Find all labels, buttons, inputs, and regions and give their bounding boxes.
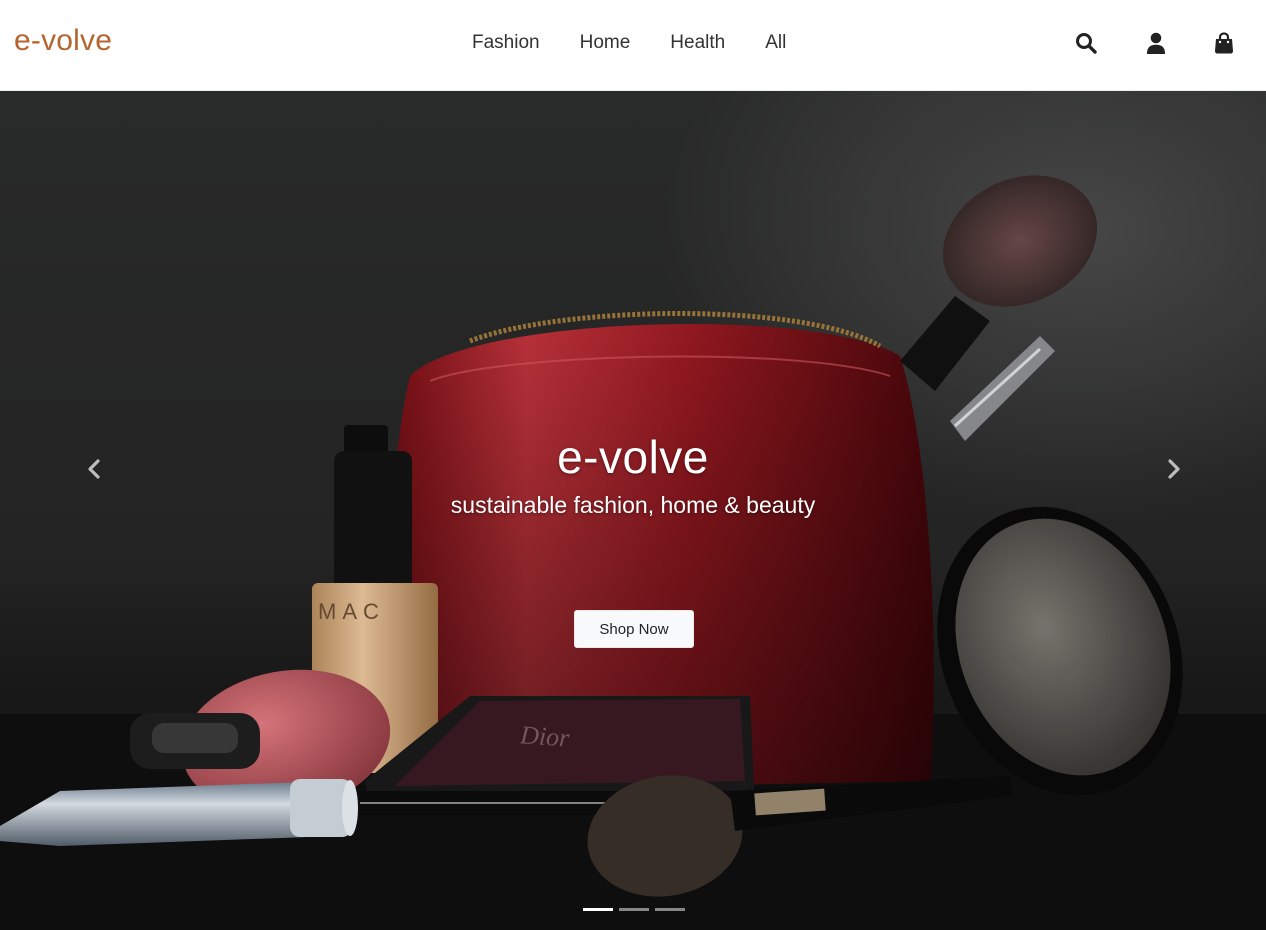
hero-subtitle: sustainable fashion, home & beauty: [450, 492, 816, 518]
carousel-indicator-3[interactable]: [655, 908, 685, 911]
hero-caption: e-volve sustainable fashion, home & beau…: [0, 431, 1266, 519]
main-nav: Fashion Home Health All: [452, 30, 806, 56]
carousel-indicator-2[interactable]: [619, 908, 649, 911]
user-icon[interactable]: [1142, 29, 1170, 57]
nav-link-health[interactable]: Health: [650, 30, 745, 56]
nav-link-fashion[interactable]: Fashion: [452, 30, 560, 56]
nav-link-home[interactable]: Home: [560, 30, 651, 56]
carousel-indicators: [583, 908, 685, 911]
hero-carousel: MAC Dior e-volve sustainable: [0, 91, 1266, 930]
nav-link-all[interactable]: All: [745, 30, 806, 56]
search-icon[interactable]: [1072, 29, 1100, 57]
shop-now-button[interactable]: Shop Now: [574, 610, 694, 648]
shopping-bag-icon[interactable]: [1210, 29, 1238, 57]
carousel-indicator-1[interactable]: [583, 908, 613, 911]
brand-logo[interactable]: e-volve: [14, 24, 112, 58]
hero-title: e-volve: [557, 431, 709, 483]
navbar: e-volve Fashion Home Health All: [0, 0, 1266, 91]
